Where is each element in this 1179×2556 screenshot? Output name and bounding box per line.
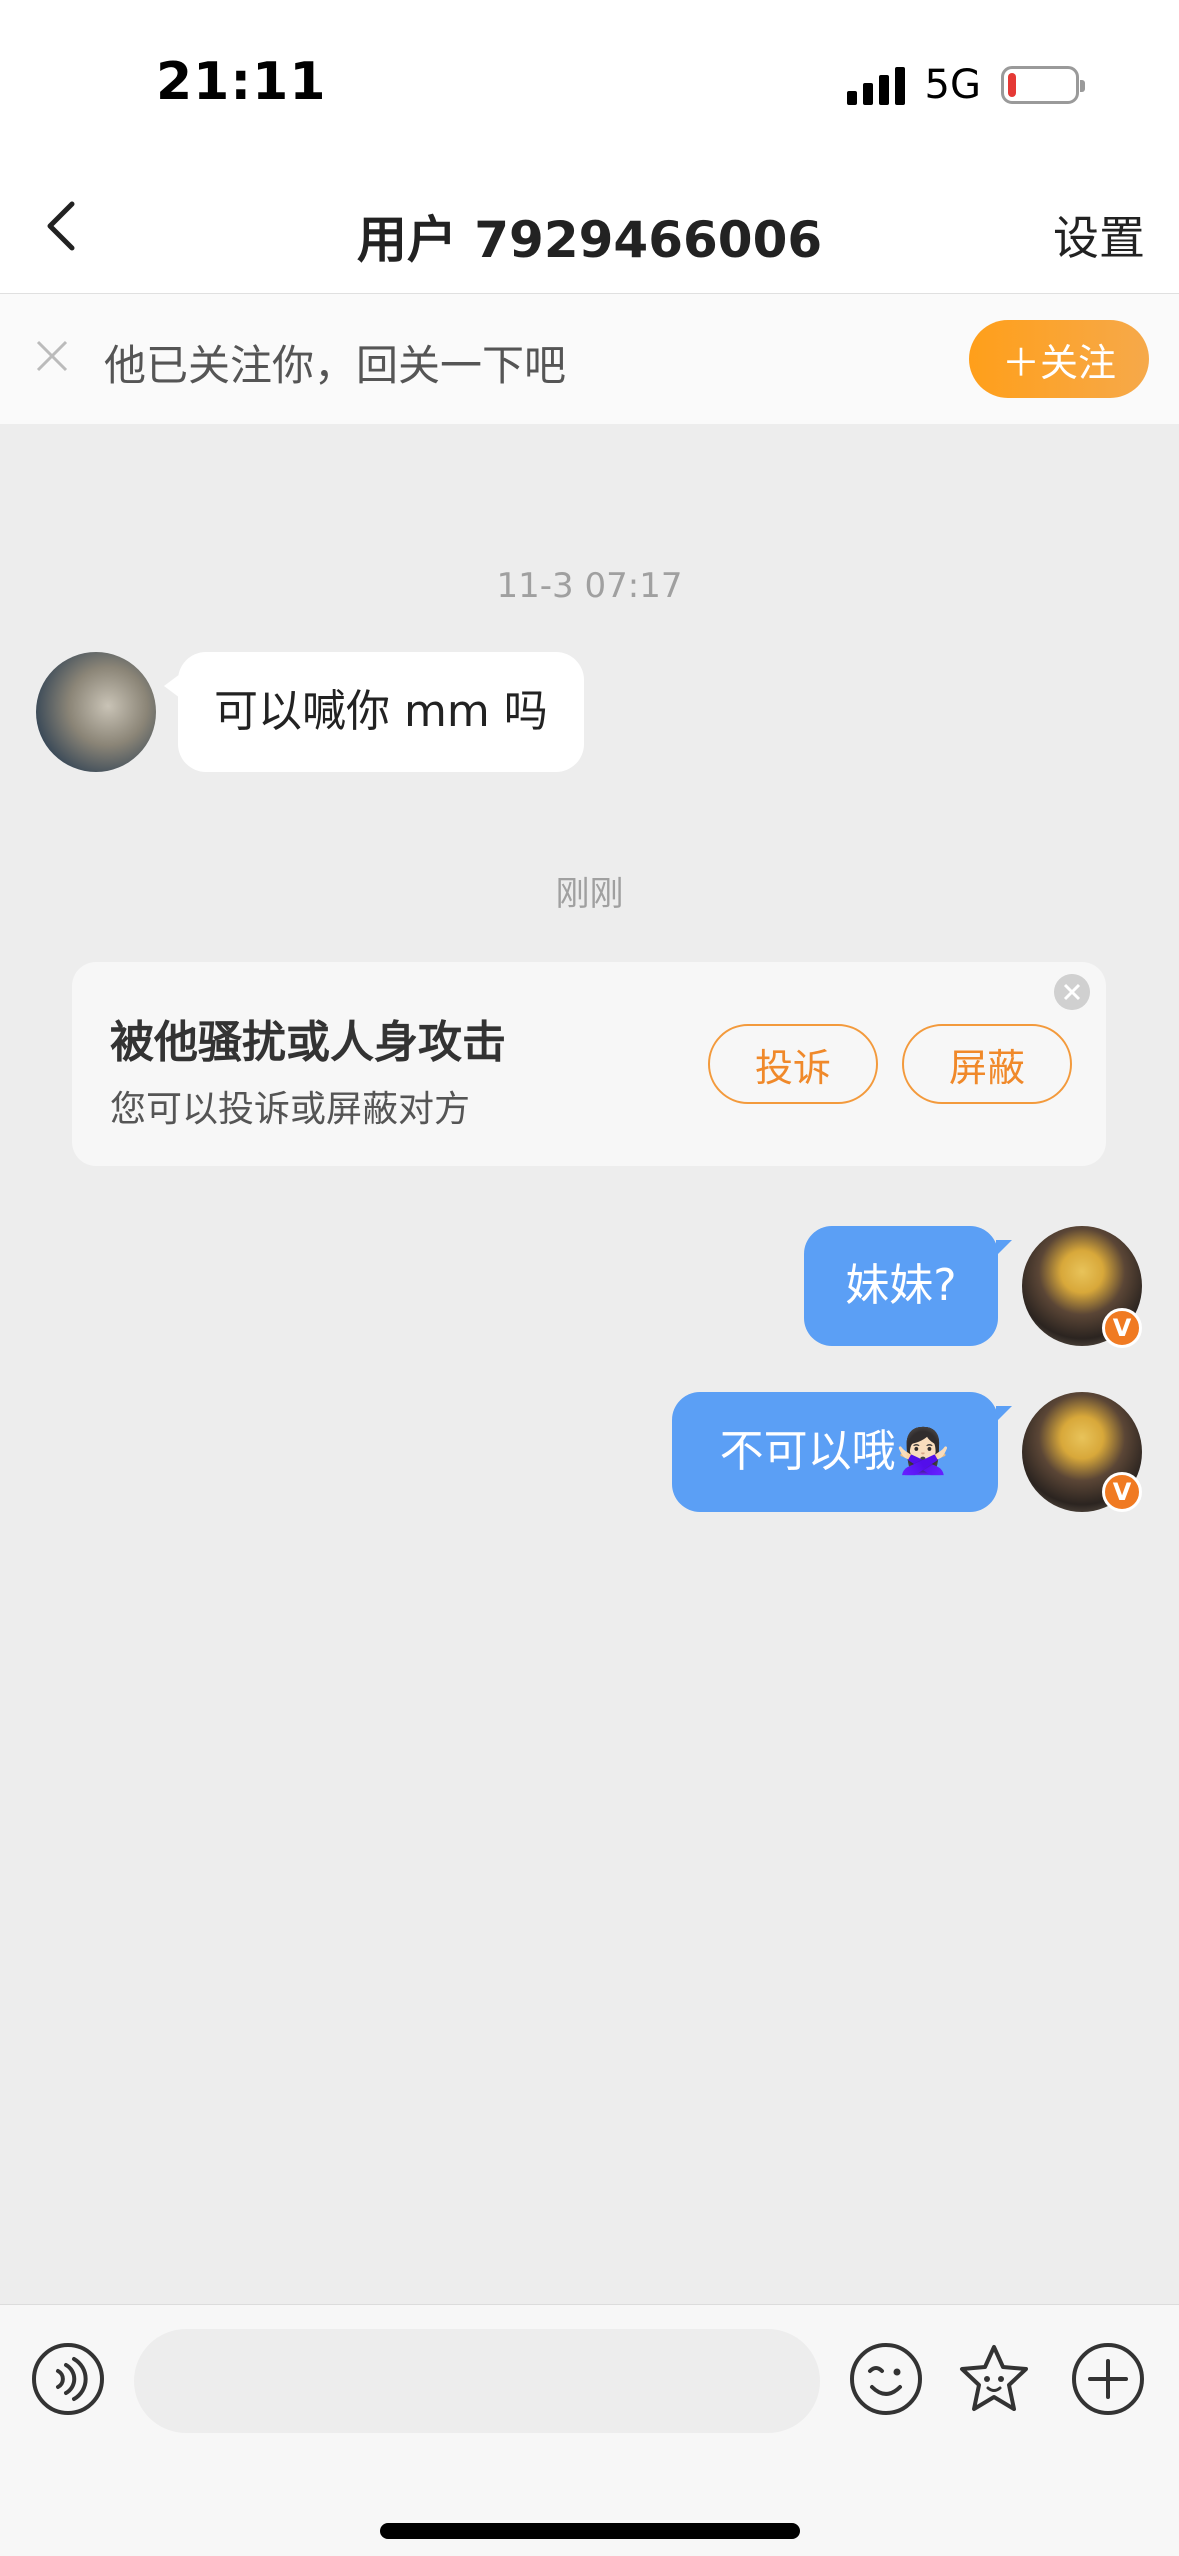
battery-icon — [1001, 66, 1085, 104]
message-timestamp: 刚刚 — [555, 874, 624, 914]
follow-back-banner: 他已关注你，回关一下吧 ＋关注 — [0, 294, 1179, 424]
status-time: 21:11 — [156, 52, 327, 112]
battery-level — [1008, 73, 1016, 97]
block-button[interactable]: 屏蔽 — [902, 1024, 1072, 1104]
incoming-message[interactable]: 可以喊你 mm 吗 — [164, 652, 584, 772]
verified-badge-icon: V — [1102, 1308, 1142, 1348]
outgoing-message[interactable]: 不可以哦🙅🏻‍♀️ — [672, 1392, 1012, 1512]
contact-avatar[interactable] — [36, 652, 156, 772]
verified-badge-icon: V — [1102, 1472, 1142, 1512]
status-indicators: 5G — [846, 60, 1085, 110]
network-type: 5G — [924, 62, 981, 108]
settings-button[interactable]: 设置 — [1053, 202, 1145, 268]
voice-input-icon[interactable] — [30, 2341, 106, 2417]
close-icon[interactable] — [32, 336, 72, 376]
page-title: 用户 7929466006 — [356, 211, 823, 269]
harassment-report-card: 被他骚扰或人身攻击 您可以投诉或屏蔽对方 投诉 屏蔽 — [72, 962, 1106, 1166]
chat-header: 用户 7929466006 设置 — [0, 160, 1179, 294]
add-icon[interactable] — [1070, 2341, 1146, 2417]
status-bar: 21:11 5G — [0, 0, 1179, 160]
message-input-bar — [0, 2304, 1179, 2556]
sticker-icon[interactable] — [956, 2341, 1032, 2417]
follow-button[interactable]: ＋关注 — [969, 320, 1149, 398]
follow-back-text: 他已关注你，回关一下吧 — [104, 341, 567, 390]
message-timestamp: 11-3 07:17 — [496, 566, 683, 606]
cellular-signal-icon — [846, 65, 905, 105]
complain-button[interactable]: 投诉 — [708, 1024, 878, 1104]
close-card-icon[interactable] — [1054, 974, 1090, 1010]
report-card-subtitle: 您可以投诉或屏蔽对方 — [110, 1089, 471, 1130]
report-card-title: 被他骚扰或人身攻击 — [110, 1017, 506, 1068]
outgoing-message[interactable]: 妹妹? — [804, 1226, 1012, 1346]
message-input[interactable] — [134, 2329, 820, 2433]
emoji-icon[interactable] — [848, 2341, 924, 2417]
home-indicator[interactable] — [380, 2523, 800, 2539]
